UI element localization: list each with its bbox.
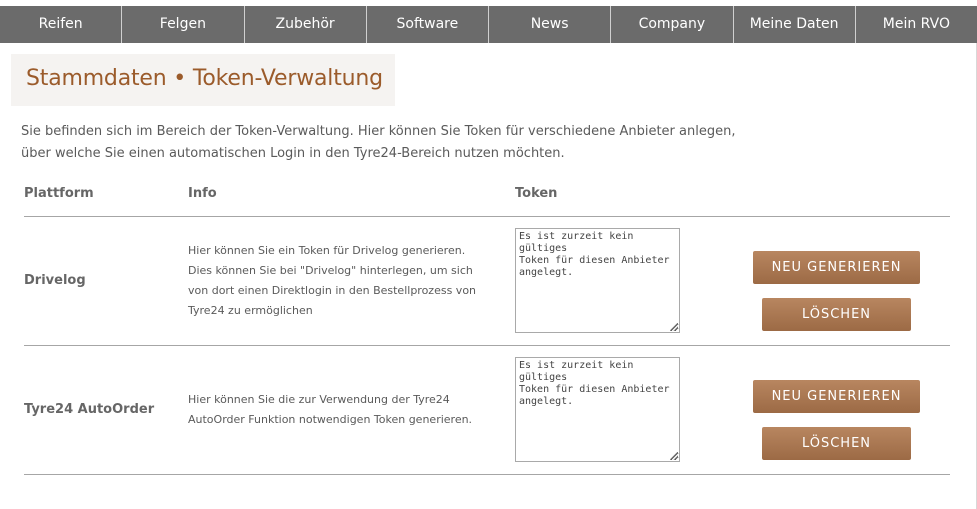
- page-title: Stammdaten • Token-Verwaltung: [26, 66, 383, 91]
- nav-item-mein-rvo[interactable]: Mein RVO: [856, 6, 977, 43]
- nav-item-meine-daten[interactable]: Meine Daten: [734, 6, 856, 43]
- row-divider: [24, 474, 950, 475]
- column-header-token: Token: [515, 186, 558, 201]
- info-line: Hier können Sie die zur Verwendung der T…: [188, 393, 450, 406]
- token-textarea[interactable]: Es ist zurzeit kein gültiges Token für d…: [515, 357, 680, 462]
- page: Reifen Felgen Zubehör Software News Comp…: [0, 0, 977, 509]
- token-text-line: Es ist zurzeit kein gültiges: [519, 231, 634, 254]
- info-line: Hier können Sie ein Token für Drivelog g…: [188, 244, 466, 257]
- intro-line-1: Sie befinden sich im Bereich der Token-V…: [21, 124, 736, 139]
- column-header-platform: Plattform: [24, 186, 94, 201]
- intro-line-2: über welche Sie einen automatischen Logi…: [21, 146, 565, 161]
- top-navigation: Reifen Felgen Zubehör Software News Comp…: [0, 6, 977, 43]
- generate-token-button[interactable]: NEU GENERIEREN: [753, 380, 920, 413]
- nav-item-reifen[interactable]: Reifen: [0, 6, 123, 43]
- info-line: von dort einen Direktlogin in den Bestel…: [188, 284, 477, 297]
- column-header-info: Info: [188, 186, 217, 201]
- token-text-line: Token für diesen Anbieter: [519, 384, 670, 395]
- token-text-line: Es ist zurzeit kein gültiges: [519, 360, 634, 383]
- info-line: Tyre24 zu ermöglichen: [188, 304, 313, 317]
- token-text-line: angelegt.: [519, 267, 574, 278]
- resize-grip-icon[interactable]: [670, 323, 678, 331]
- resize-grip-icon[interactable]: [670, 452, 678, 460]
- platform-info: Hier können Sie die zur Verwendung der T…: [188, 390, 508, 430]
- nav-item-company[interactable]: Company: [611, 6, 734, 43]
- header-divider: [24, 216, 950, 217]
- nav-item-felgen[interactable]: Felgen: [122, 6, 245, 43]
- platform-name: Drivelog: [24, 273, 86, 288]
- platform-name: Tyre24 AutoOrder: [24, 402, 155, 417]
- token-textarea[interactable]: Es ist zurzeit kein gültiges Token für d…: [515, 228, 680, 333]
- token-text-line: angelegt.: [519, 396, 574, 407]
- token-text-line: Token für diesen Anbieter: [519, 255, 670, 266]
- generate-token-button[interactable]: NEU GENERIEREN: [753, 251, 920, 284]
- nav-item-zubehoer[interactable]: Zubehör: [245, 6, 367, 43]
- nav-item-news[interactable]: News: [489, 6, 612, 43]
- nav-item-software[interactable]: Software: [367, 6, 489, 43]
- page-title-box: Stammdaten • Token-Verwaltung: [11, 54, 395, 106]
- row-divider: [24, 345, 950, 346]
- intro-text: Sie befinden sich im Bereich der Token-V…: [21, 121, 781, 165]
- delete-token-button[interactable]: LÖSCHEN: [762, 427, 911, 460]
- delete-token-button[interactable]: LÖSCHEN: [762, 298, 911, 331]
- platform-info: Hier können Sie ein Token für Drivelog g…: [188, 241, 508, 321]
- info-line: Dies können Sie bei "Drivelog" hinterleg…: [188, 264, 473, 277]
- info-line: AutoOrder Funktion notwendigen Token gen…: [188, 413, 473, 426]
